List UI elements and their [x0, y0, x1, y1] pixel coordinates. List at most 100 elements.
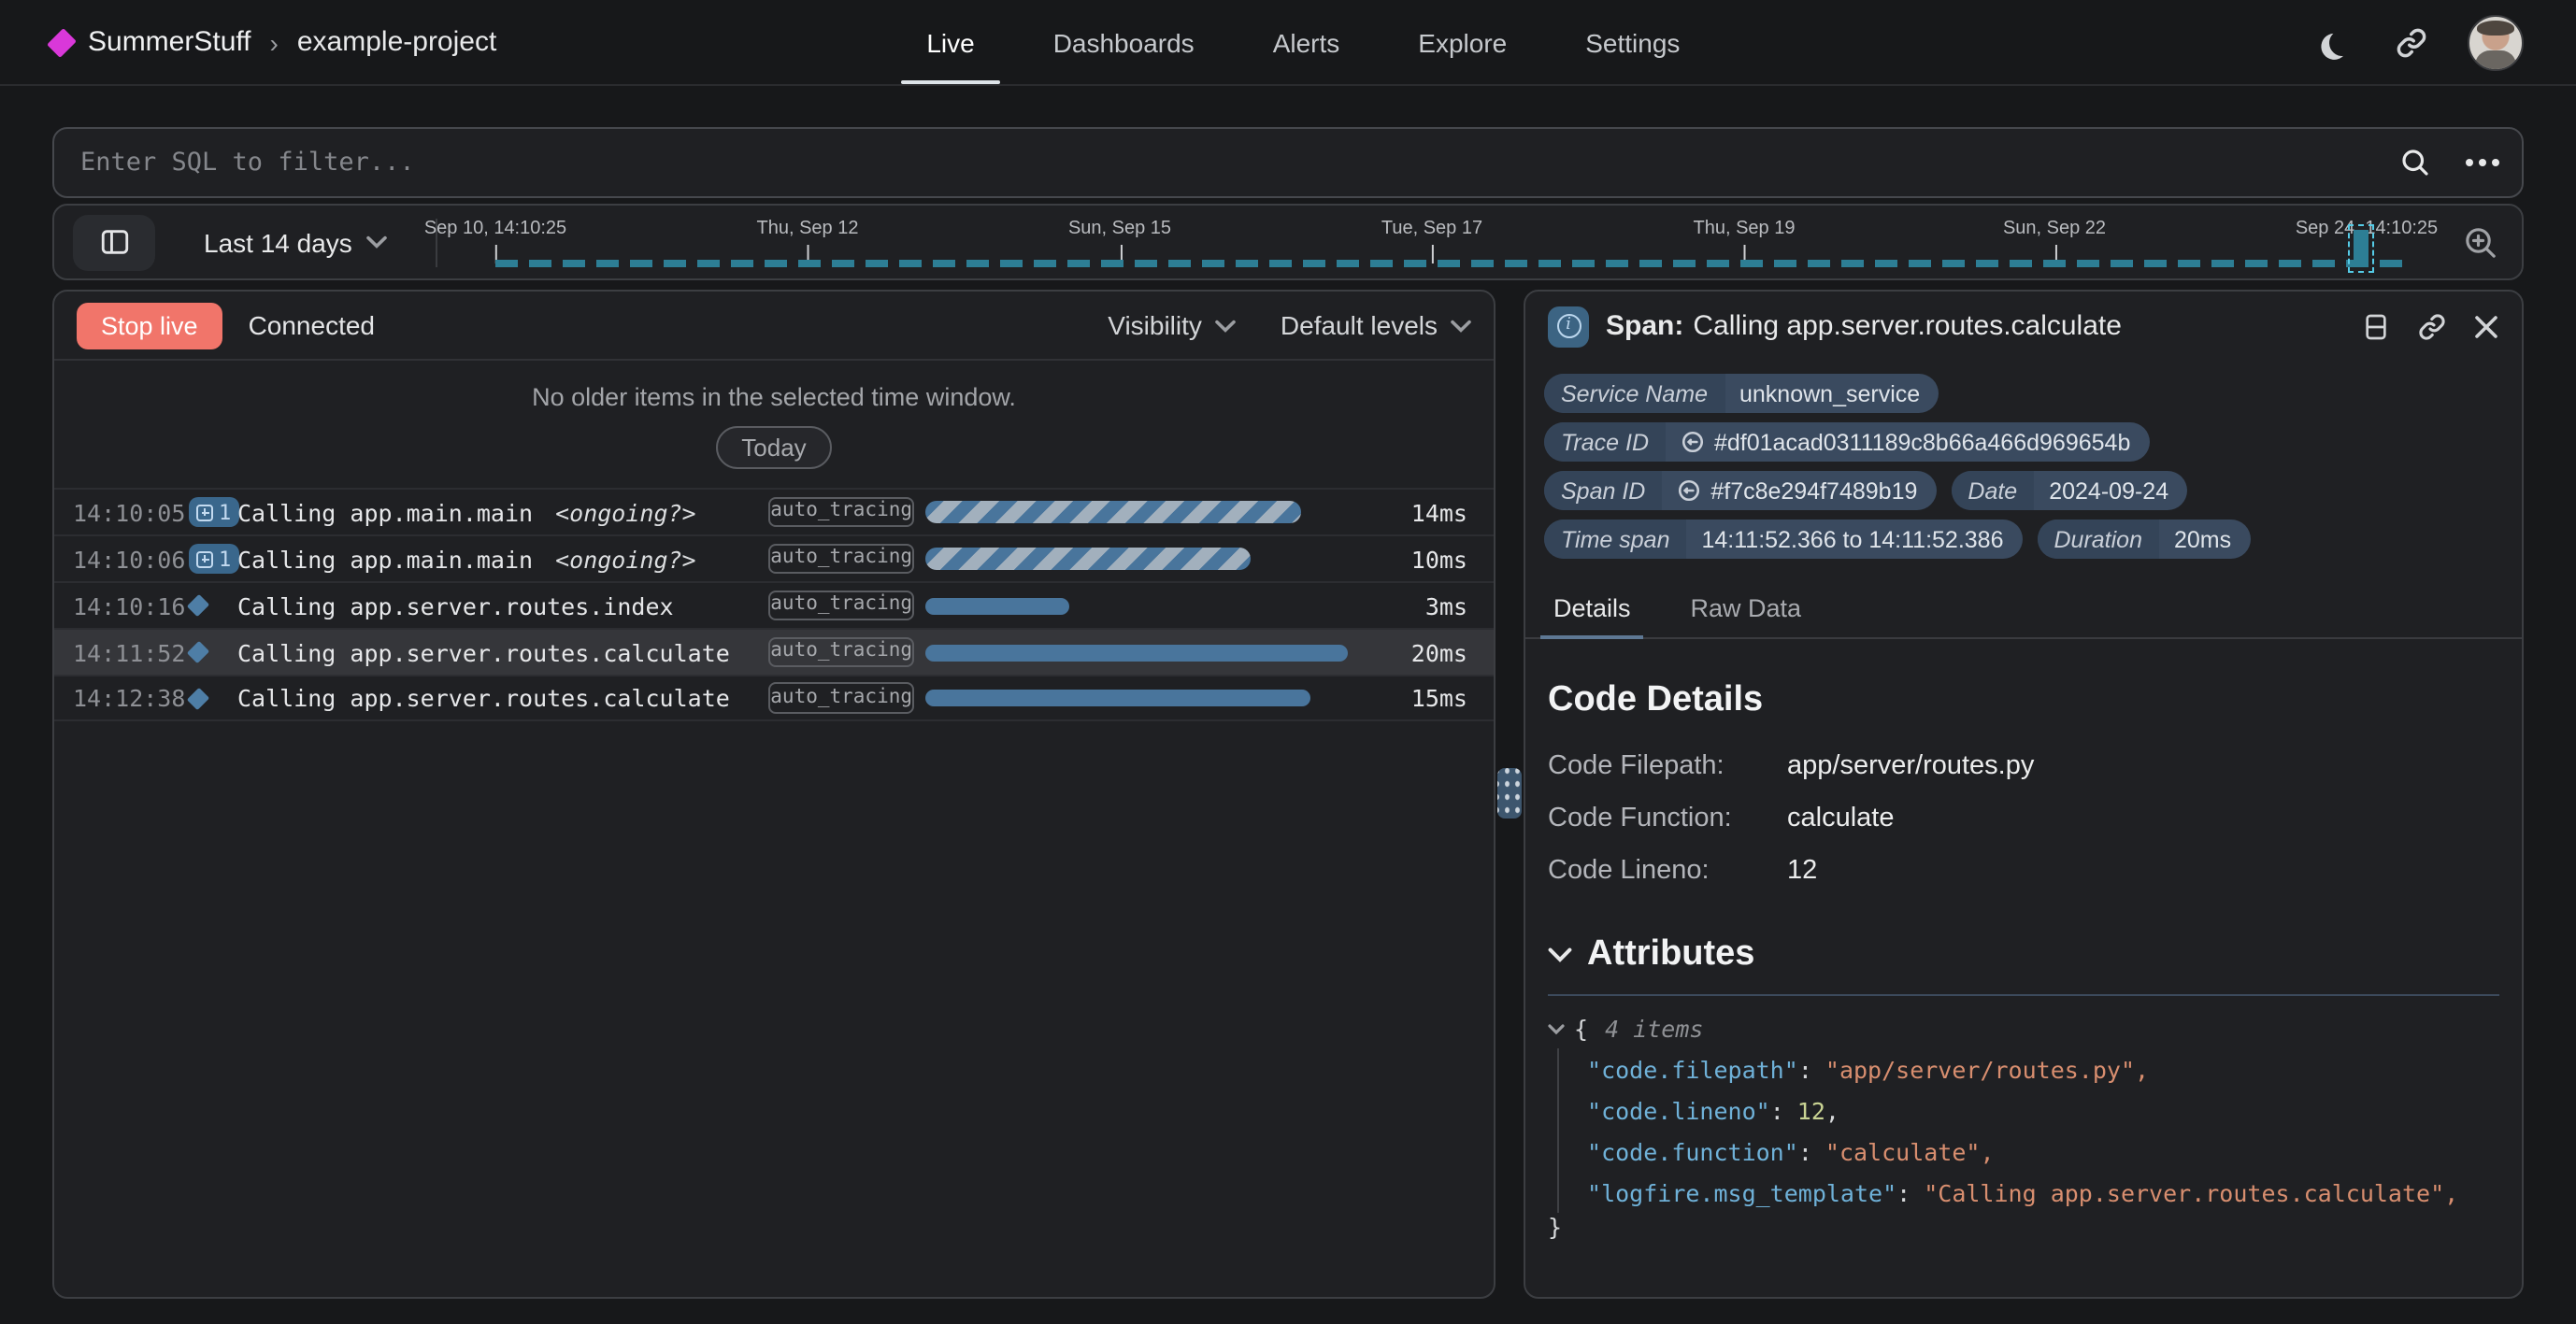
time-span-badge: Time span 14:11:52.366 to 14:11:52.386: [1544, 520, 2023, 559]
duration-bar: [925, 597, 1069, 614]
duration-bar: [925, 644, 1347, 661]
link-icon[interactable]: [1681, 430, 1705, 454]
expand-plus-icon: [196, 504, 213, 520]
attributes-toggle[interactable]: Attributes: [1548, 934, 2499, 975]
search-icon[interactable]: [2398, 146, 2432, 179]
close-panel-button[interactable]: [2473, 313, 2499, 339]
visibility-dropdown[interactable]: Visibility: [1108, 310, 1236, 340]
timeline-histogram-baseline: [495, 260, 2402, 267]
sql-bar-actions: [2398, 146, 2496, 179]
tab-details[interactable]: Details: [1548, 594, 1637, 637]
nav-tab-live[interactable]: Live: [923, 0, 978, 84]
project-name[interactable]: example-project: [297, 26, 496, 58]
expand-children-badge[interactable]: 1: [189, 544, 237, 574]
ongoing-marker: <ongoing?>: [555, 498, 696, 526]
empty-window-message: No older items in the selected time wind…: [54, 383, 1494, 411]
default-levels-dropdown[interactable]: Default levels: [1281, 310, 1471, 340]
json-value: Calling app.server.routes.calculate: [1924, 1178, 2458, 1206]
service-name-value: unknown_service: [1739, 380, 1920, 406]
logo-icon: [47, 27, 77, 57]
share-link-button[interactable]: [2395, 25, 2428, 59]
json-collapse-icon[interactable]: [1548, 1023, 1565, 1034]
split-panel-icon: [2361, 311, 2391, 341]
json-key: code.lineno: [1587, 1096, 1770, 1124]
tag-chip[interactable]: auto_tracing: [768, 496, 914, 527]
sql-filter-input[interactable]: Enter SQL to filter...: [80, 148, 2398, 178]
main-nav: Live Dashboards Alerts Explore Settings: [923, 0, 1683, 84]
json-open-brace: {: [1574, 1015, 1588, 1043]
log-row[interactable]: 14:12:38 Calling app.server.routes.calcu…: [54, 675, 1494, 721]
tag-chip[interactable]: auto_tracing: [768, 543, 914, 574]
tag-chip[interactable]: auto_tracing: [768, 590, 914, 620]
attributes-heading: Attributes: [1587, 934, 1754, 975]
json-items-count: 4 items: [1605, 1015, 1703, 1043]
span-title: Span:Calling app.server.routes.calculate: [1606, 310, 2122, 342]
log-row-selected[interactable]: 14:11:52 Calling app.server.routes.calcu…: [54, 628, 1494, 675]
code-details-section: Code Details Code Filepath: app/server/r…: [1548, 680, 2499, 886]
main-content: Stop live Connected Visibility Default l…: [52, 290, 2524, 1299]
span-detail-panel: i Span:Calling app.server.routes.calcula…: [1524, 290, 2524, 1299]
timeline-histogram-spike: [2354, 230, 2368, 267]
row-message: Calling app.server.routes.calculate: [237, 638, 730, 666]
tag-chip[interactable]: auto_tracing: [768, 636, 914, 667]
row-message: Calling app.server.routes.calculate: [237, 684, 730, 712]
log-row[interactable]: 14:10:16 Calling app.server.routes.index…: [54, 581, 1494, 628]
tag-chip[interactable]: auto_tracing: [768, 682, 914, 713]
json-key: code.function: [1587, 1137, 1798, 1165]
app-window: SummerStuff › example-project Live Dashb…: [0, 0, 2576, 1324]
top-bar: SummerStuff › example-project Live Dashb…: [0, 0, 2576, 86]
kv-label: Code Function:: [1548, 804, 1787, 833]
timeline-tick: Tue, Sep 17: [1381, 219, 1482, 239]
nav-tab-settings[interactable]: Settings: [1581, 0, 1683, 84]
timeline-zoom-button[interactable]: [2462, 224, 2499, 262]
tab-raw-data[interactable]: Raw Data: [1685, 594, 1808, 637]
expand-children-badge[interactable]: 1: [189, 497, 237, 527]
duration-bar-track: [925, 641, 1389, 663]
expand-plus-icon: [196, 550, 213, 567]
log-row[interactable]: 14:10:05 1 Calling app.main.main<ongoing…: [54, 488, 1494, 534]
duration-bar-track: [925, 501, 1389, 523]
timeline-tick: Thu, Sep 19: [1694, 219, 1796, 239]
more-options-icon[interactable]: [2466, 159, 2473, 166]
json-value: 12: [1797, 1096, 1839, 1124]
splitter-grip[interactable]: [1497, 768, 1522, 819]
today-button[interactable]: Today: [715, 426, 832, 469]
link-icon[interactable]: [1677, 478, 1701, 503]
org-name[interactable]: SummerStuff: [88, 26, 251, 58]
kv-value: calculate: [1787, 804, 2499, 833]
row-duration: 10ms: [1400, 545, 1467, 573]
divider: [1548, 994, 2499, 996]
breadcrumb[interactable]: SummerStuff › example-project: [52, 26, 496, 58]
sql-filter-bar[interactable]: Enter SQL to filter...: [52, 127, 2524, 198]
span-id-value: #f7c8e294f7489b19: [1710, 477, 1917, 504]
json-entry: code.function:calculate: [1587, 1131, 2499, 1172]
nav-tab-dashboards[interactable]: Dashboards: [1050, 0, 1198, 84]
list-controls: Visibility Default levels: [1108, 310, 1471, 340]
timeline-bar: Last 14 days Sep 10, 14:10:25 Thu, Sep 1…: [52, 204, 2524, 280]
row-duration: 20ms: [1400, 638, 1467, 666]
detail-tabs: Details Raw Data: [1525, 594, 2522, 639]
duration-badge: Duration 20ms: [2038, 520, 2251, 559]
link-icon: [2417, 311, 2447, 341]
span-meta-badges: Service Name unknown_service Trace ID #d…: [1525, 361, 2522, 572]
stop-live-button[interactable]: Stop live: [77, 302, 222, 349]
duration-bar: [925, 501, 1301, 523]
link-icon: [2395, 25, 2428, 59]
trace-id-value: #df01acad0311189c8b66a466d969654b: [1714, 429, 2130, 455]
time-range-dropdown[interactable]: Last 14 days: [204, 227, 388, 257]
row-timestamp: 14:10:16: [73, 591, 189, 619]
row-duration: 14ms: [1400, 498, 1467, 526]
span-title-text: Calling app.server.routes.calculate: [1693, 310, 2122, 342]
user-avatar[interactable]: [2468, 14, 2524, 70]
nav-tab-explore[interactable]: Explore: [1414, 0, 1510, 84]
copy-link-button[interactable]: [2417, 311, 2447, 341]
json-key: logfire.msg_template: [1587, 1178, 1896, 1206]
log-row[interactable]: 14:10:06 1 Calling app.main.main<ongoing…: [54, 534, 1494, 581]
theme-toggle-button[interactable]: [2329, 29, 2355, 55]
info-icon: i: [1548, 306, 1589, 347]
sidebar-toggle-button[interactable]: [73, 214, 155, 270]
nav-tab-alerts[interactable]: Alerts: [1269, 0, 1344, 84]
time-range-label: Last 14 days: [204, 227, 352, 257]
row-duration: 15ms: [1400, 684, 1467, 712]
split-panel-button[interactable]: [2361, 311, 2391, 341]
